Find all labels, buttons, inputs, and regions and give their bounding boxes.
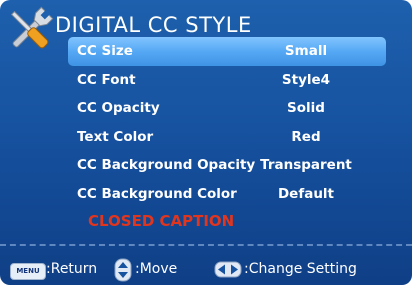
menu-item-value: Red bbox=[291, 128, 321, 145]
menu-item-label: CC Size bbox=[77, 43, 133, 59]
title-bar: DIGITAL CC STYLE bbox=[0, 0, 412, 49]
return-hint: :Return bbox=[46, 261, 98, 277]
menu-item-cc-opacity[interactable]: CC Opacity Solid bbox=[68, 94, 386, 123]
up-down-arrows-icon bbox=[114, 258, 132, 282]
tools-icon bbox=[10, 6, 54, 49]
footer-divider bbox=[0, 244, 412, 246]
menu-item-value: Default bbox=[277, 185, 335, 202]
menu-item-value: Small bbox=[284, 43, 328, 59]
menu-item-label: CC Opacity bbox=[77, 100, 160, 116]
menu-item-cc-background-color[interactable]: CC Background Color Default bbox=[68, 180, 386, 209]
menu-item-value: Style4 bbox=[281, 71, 331, 88]
menu-item-value: Transparent bbox=[260, 157, 352, 173]
caption-preview-text: CLOSED CAPTION bbox=[88, 212, 235, 230]
menu-item-value: Solid bbox=[287, 100, 325, 116]
menu-key-icon: MENU bbox=[10, 263, 46, 280]
menu-item-label: CC Background Color bbox=[77, 185, 237, 202]
menu-item-label: CC Font bbox=[77, 71, 136, 88]
cc-settings-list: CC Size Small CC Font Style4 CC Opacity … bbox=[68, 37, 386, 208]
change-setting-hint: :Change Setting bbox=[244, 261, 357, 277]
footer-hint-bar: MENU :Return :Move :Change Setting bbox=[0, 254, 412, 284]
menu-item-label: Text Color bbox=[77, 128, 154, 145]
menu-item-cc-font[interactable]: CC Font Style4 bbox=[68, 66, 386, 95]
page-title: DIGITAL CC STYLE bbox=[55, 13, 252, 37]
cc-style-menu-window: DIGITAL CC STYLE CC Size Small CC Font S… bbox=[0, 0, 412, 285]
menu-item-text-color[interactable]: Text Color Red bbox=[68, 123, 386, 152]
menu-item-cc-size[interactable]: CC Size Small bbox=[68, 37, 386, 66]
menu-item-cc-background-opacity[interactable]: CC Background Opacity Transparent bbox=[68, 151, 386, 180]
move-hint: :Move bbox=[135, 261, 178, 277]
left-right-arrows-icon bbox=[214, 261, 242, 278]
